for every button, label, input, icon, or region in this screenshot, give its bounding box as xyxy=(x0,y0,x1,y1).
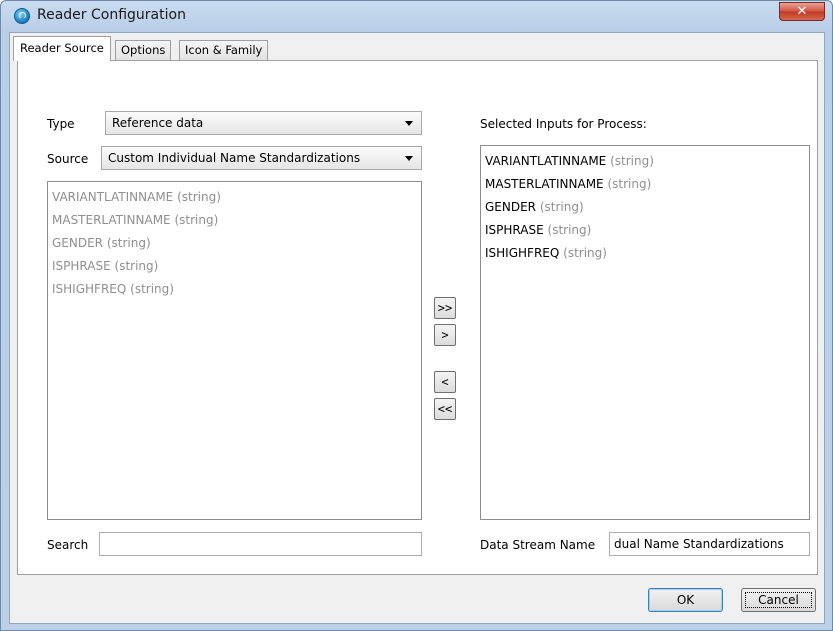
list-item[interactable]: GENDER (string) xyxy=(485,196,805,219)
app-icon xyxy=(14,8,30,24)
window-title: Reader Configuration xyxy=(37,7,186,23)
source-dropdown[interactable]: Custom Individual Name Standardizations xyxy=(101,146,422,170)
field-type: (string) xyxy=(177,190,221,204)
field-type: (string) xyxy=(607,177,652,191)
title-bar[interactable]: Reader Configuration ✕ xyxy=(1,1,832,33)
remove-button[interactable]: < xyxy=(434,371,456,393)
search-input[interactable] xyxy=(99,532,422,556)
field-name: ISPHRASE xyxy=(52,259,111,273)
list-item[interactable]: MASTERLATINNAME (string) xyxy=(485,173,805,196)
list-item[interactable]: VARIANTLATINNAME (string) xyxy=(52,186,417,209)
field-type: (string) xyxy=(114,259,159,273)
add-button[interactable]: > xyxy=(434,324,456,346)
reader-source-panel: Type Reference data Source Custom Indivi… xyxy=(17,60,818,575)
list-item[interactable]: VARIANTLATINNAME (string) xyxy=(485,150,805,173)
field-name: ISHIGHFREQ xyxy=(52,282,127,296)
tab-options[interactable]: Options xyxy=(115,40,172,60)
field-type: (string) xyxy=(610,154,654,168)
field-type: (string) xyxy=(106,236,151,250)
field-name: GENDER xyxy=(485,200,537,214)
field-type: (string) xyxy=(563,246,607,260)
list-item[interactable]: ISHIGHFREQ (string) xyxy=(485,242,805,265)
field-name: MASTERLATINNAME xyxy=(52,213,171,227)
selected-fields-list[interactable]: VARIANTLATINNAME (string) MASTERLATINNAM… xyxy=(480,145,810,520)
reader-configuration-window: Reader Configuration ✕ Reader Source Opt… xyxy=(0,0,833,631)
remove-all-button[interactable]: << xyxy=(434,398,456,420)
focus-ring xyxy=(745,592,812,608)
data-stream-name-input[interactable]: dual Name Standardizations xyxy=(609,532,810,556)
field-type: (string) xyxy=(539,200,584,214)
field-type: (string) xyxy=(130,282,174,296)
type-dropdown-value: Reference data xyxy=(112,116,204,130)
field-type: (string) xyxy=(547,223,592,237)
search-label: Search xyxy=(47,538,89,552)
type-dropdown[interactable]: Reference data xyxy=(105,111,422,135)
available-fields-list[interactable]: VARIANTLATINNAME (string) MASTERLATINNAM… xyxy=(47,181,422,520)
field-name: ISPHRASE xyxy=(485,223,544,237)
source-dropdown-value: Custom Individual Name Standardizations xyxy=(108,151,361,165)
data-stream-name-label: Data Stream Name xyxy=(480,538,596,552)
dialog-body: Reader Source Options Icon & Family Type… xyxy=(9,32,825,624)
field-name: VARIANTLATINNAME xyxy=(52,190,174,204)
add-all-button[interactable]: >> xyxy=(434,297,456,319)
list-item[interactable]: GENDER (string) xyxy=(52,232,417,255)
ok-button[interactable]: OK xyxy=(648,588,723,612)
field-name: MASTERLATINNAME xyxy=(485,177,604,191)
list-item[interactable]: MASTERLATINNAME (string) xyxy=(52,209,417,232)
source-label: Source xyxy=(47,152,89,166)
field-name: VARIANTLATINNAME xyxy=(485,154,607,168)
cancel-button[interactable]: Cancel xyxy=(741,588,816,612)
close-button[interactable]: ✕ xyxy=(779,2,825,21)
chevron-down-icon xyxy=(405,156,413,161)
list-item[interactable]: ISPHRASE (string) xyxy=(485,219,805,242)
tab-reader-source[interactable]: Reader Source xyxy=(13,36,111,61)
list-item[interactable]: ISPHRASE (string) xyxy=(52,255,417,278)
field-type: (string) xyxy=(174,213,219,227)
selected-inputs-title: Selected Inputs for Process: xyxy=(480,117,647,131)
field-name: ISHIGHFREQ xyxy=(485,246,560,260)
field-name: GENDER xyxy=(52,236,104,250)
list-item[interactable]: ISHIGHFREQ (string) xyxy=(52,278,417,301)
type-label: Type xyxy=(47,117,75,131)
tab-icon-family[interactable]: Icon & Family xyxy=(179,40,269,60)
chevron-down-icon xyxy=(405,121,413,126)
